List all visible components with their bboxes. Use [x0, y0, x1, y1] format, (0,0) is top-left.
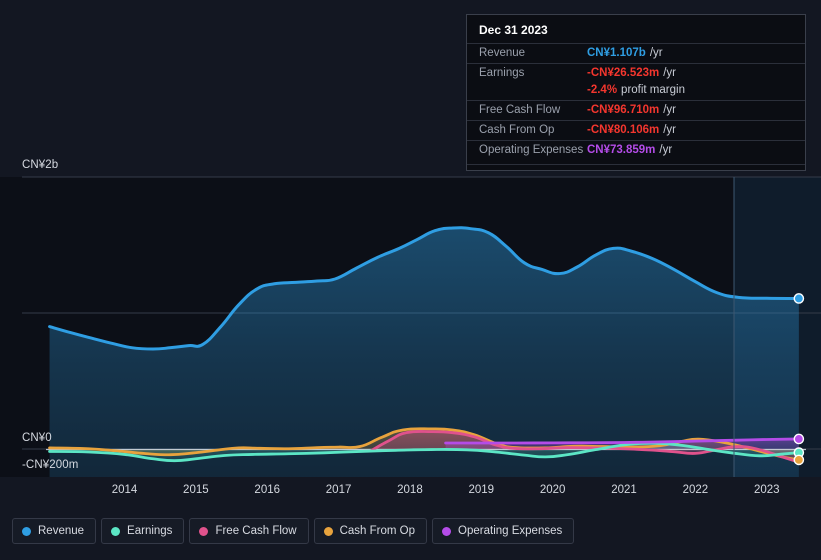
legend-item-revenue[interactable]: Revenue — [12, 518, 97, 544]
tooltip-row-suffix: profit margin — [621, 84, 685, 96]
tooltip-bottom-rule — [467, 164, 805, 165]
tooltip-row-suffix: /yr — [659, 144, 673, 156]
legend-item-label: Free Cash Flow — [215, 525, 297, 537]
legend-item-label: Cash From Op — [339, 525, 416, 537]
tooltip-row-suffix: /yr — [649, 47, 663, 59]
tooltip-row-suffix: /yr — [663, 67, 677, 79]
tooltip-row-value: CN¥1.107b — [587, 47, 646, 59]
legend-item-earnings[interactable]: Earnings — [101, 518, 185, 544]
x-axis-tick-2020: 2020 — [539, 484, 566, 496]
x-axis-tick-2018: 2018 — [397, 484, 423, 496]
tooltip-row-operating-expenses: Operating Expenses CN¥73.859m/yr — [467, 140, 805, 160]
x-axis-tick-2019: 2019 — [468, 484, 495, 496]
x-axis-tick-2015: 2015 — [183, 484, 209, 496]
legend-item-cash-from-op[interactable]: Cash From Op — [313, 518, 428, 544]
tooltip-row-earnings: Earnings -CN¥26.523m/yr — [467, 63, 805, 83]
tooltip-row-label: Cash From Op — [479, 124, 555, 136]
legend-color-dot-icon — [442, 526, 452, 536]
endpoint-cash-from-op[interactable] — [793, 454, 805, 466]
tooltip-row-suffix: /yr — [663, 104, 677, 116]
tooltip-row-cash-from-op: Cash From Op -CN¥80.106m/yr — [467, 120, 805, 140]
tooltip-row-value: -2.4% — [587, 84, 618, 96]
chart-page: CN¥2b CN¥0 -CN¥200m 2014 2015 2016 2017 2018… — [0, 0, 821, 560]
legend-color-dot-icon — [199, 526, 209, 536]
legend-color-dot-icon — [22, 526, 31, 536]
tooltip-row-suffix: /yr — [663, 124, 677, 136]
tooltip-row-free-cash-flow: Free Cash Flow -CN¥96.710m/yr — [467, 100, 805, 120]
tooltip-row-label: Free Cash Flow — [479, 104, 561, 116]
legend-item-label: Earnings — [127, 525, 173, 537]
x-axis-tick-2016: 2016 — [254, 484, 281, 496]
legend-item-operating-expenses[interactable]: Operating Expenses — [432, 518, 575, 544]
legend-item-free-cash-flow[interactable]: Free Cash Flow — [189, 518, 309, 544]
tooltip-row-label: Earnings — [479, 67, 525, 79]
tooltip-row-value: CN¥73.859m — [587, 144, 656, 156]
chart-legend: Revenue Earnings Free Cash Flow Cash From O… — [12, 518, 575, 544]
x-axis-tick-2022: 2022 — [682, 484, 709, 496]
legend-color-dot-icon — [323, 526, 333, 536]
legend-item-label: Operating Expenses — [458, 525, 563, 537]
data-tooltip: Dec 31 2023 Revenue CN¥1.107b/yr Earnings -… — [466, 14, 806, 171]
tooltip-row-label: Operating Expenses — [479, 144, 584, 156]
tooltip-row-value: -CN¥96.710m — [587, 104, 660, 116]
tooltip-row-revenue: Revenue CN¥1.107b/yr — [467, 43, 805, 63]
x-axis-tick-2014: 2014 — [111, 484, 138, 496]
legend-item-label: Revenue — [38, 525, 85, 537]
x-axis-tick-2023: 2023 — [753, 484, 780, 496]
tooltip-row-profit-margin: -2.4% profit margin — [467, 83, 805, 100]
x-axis-tick-2021: 2021 — [611, 484, 637, 496]
legend-color-dot-icon — [111, 526, 121, 536]
endpoint-revenue[interactable] — [793, 293, 805, 304]
tooltip-row-label: Revenue — [479, 47, 526, 59]
tooltip-row-value: -CN¥80.106m — [587, 124, 660, 136]
tooltip-row-value: -CN¥26.523m — [587, 67, 660, 79]
tooltip-title: Dec 31 2023 — [479, 23, 548, 37]
x-axis-tick-2017: 2017 — [325, 484, 352, 496]
x-axis: 2014 2015 2016 2017 2018 2019 2020 2021 2022 2023 — [0, 484, 821, 502]
endpoint-operating-expenses[interactable] — [793, 433, 805, 445]
